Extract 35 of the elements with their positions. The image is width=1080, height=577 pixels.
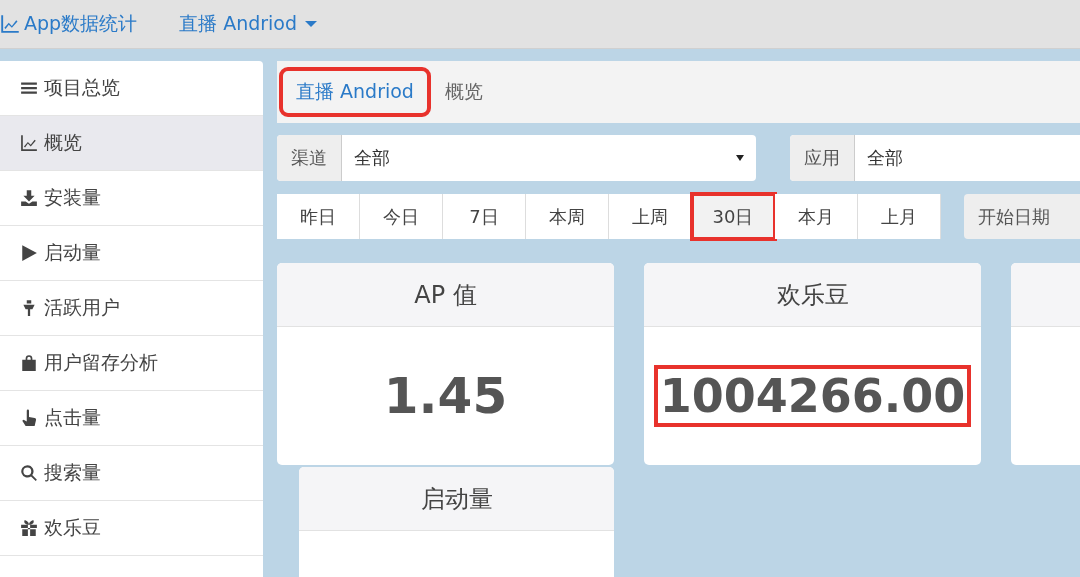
sidebar-item[interactable]: 欢乐豆 [0,501,263,556]
card-title: AP 值 [414,279,477,311]
sidebar-item[interactable]: 启动量 [0,226,263,281]
card-title: 启动量 [420,483,493,515]
field-label: 应用 [790,135,855,181]
gift-icon [20,519,38,537]
field-label: 开始日期 [964,194,1080,239]
play-icon [20,244,38,262]
line-chart-icon [20,134,38,152]
stat-value: 1004266.00 [653,365,972,427]
brand-link[interactable]: App数据统计 [0,11,138,37]
menu-icon [20,79,38,97]
breadcrumb-text: 概览 [443,79,484,104]
stat-value: 1.45 [382,367,509,425]
bag-icon [20,354,38,372]
card-title: 欢乐豆 [776,279,849,311]
range-button[interactable]: 昨日 [277,194,360,239]
field-label: 渠道 [277,135,342,181]
sidebar-item[interactable]: 搜索量 [0,446,263,501]
download-icon [20,189,38,207]
sidebar-item[interactable]: 安装量 [0,171,263,226]
caret-icon [305,21,318,27]
range-button[interactable]: 30日 [692,194,775,239]
search-icon [20,464,38,482]
sidebar-item[interactable]: 活跃用户 [0,281,263,336]
chart-icon [0,14,20,34]
hand-icon [20,409,38,427]
select-field[interactable]: 全部 [342,135,756,181]
select-field[interactable]: 全部 [855,135,1080,181]
range-button[interactable]: 本月 [775,194,858,239]
sidebar-item[interactable]: 概览 [0,116,263,171]
dropdown-icon [736,155,744,161]
breadcrumb-link[interactable]: 直播 Andriod [279,67,431,117]
sidebar-item[interactable]: 点击量 [0,391,263,446]
sidebar-item[interactable]: 用户留存分析 [0,336,263,391]
